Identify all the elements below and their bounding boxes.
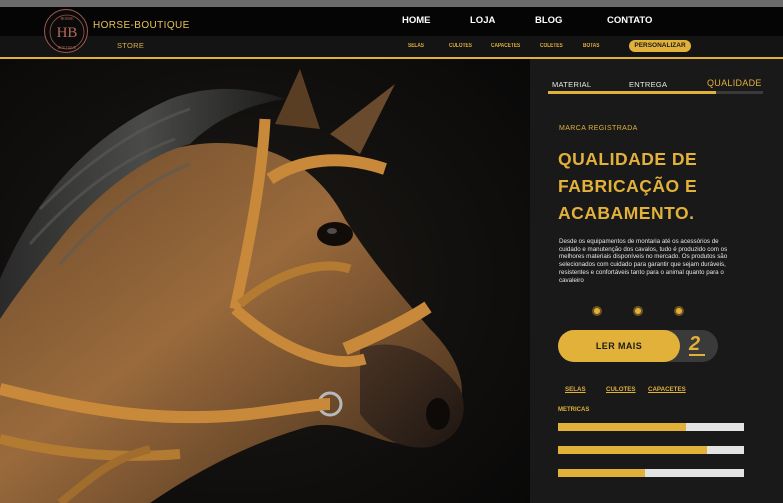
metric-bar-1	[558, 423, 744, 431]
read-more-button[interactable]: LER MAIS	[558, 330, 680, 362]
nav-blog[interactable]: BLOG	[535, 15, 562, 26]
link-selas[interactable]: SELAS	[565, 386, 586, 393]
headline-line-2: FABRICAÇÃO E	[558, 176, 698, 196]
tab-progress-fill	[548, 91, 716, 94]
cta-page-number[interactable]: 2	[689, 333, 700, 356]
subnav-botas[interactable]: BOTAS	[583, 43, 599, 49]
headline: QUALIDADE DE FABRICAÇÃO E ACABAMENTO.	[558, 146, 758, 227]
headline-line-3: ACABAMENTO.	[558, 203, 695, 223]
tab-entrega[interactable]: ENTREGA	[629, 80, 667, 89]
store-label: STORE	[117, 41, 145, 50]
eyebrow-label: MARCA REGISTRADA	[559, 125, 638, 132]
carousel-dot-3[interactable]	[674, 306, 684, 316]
subnav-coletes[interactable]: COLETES	[540, 43, 563, 49]
browser-top-strip	[0, 0, 783, 7]
headline-line-1: QUALIDADE DE	[558, 149, 698, 169]
subnav-selas[interactable]: SELAS	[408, 43, 424, 49]
metric-bar-2-fill	[558, 446, 707, 454]
nav-loja[interactable]: LOJA	[470, 15, 495, 26]
hero-horse-image	[0, 59, 530, 503]
logo-ring-top: HORSE	[60, 16, 74, 21]
cta-number-underline	[689, 354, 705, 356]
link-capacetes[interactable]: CAPACETES	[648, 386, 686, 393]
nav-home[interactable]: HOME	[402, 15, 431, 26]
metric-bar-3	[558, 469, 744, 477]
tab-qualidade[interactable]: QUALIDADE	[707, 78, 762, 88]
brand-logo[interactable]: HB HORSE BOUTIQUE	[44, 9, 88, 53]
brand-name[interactable]: HORSE-BOUTIQUE	[93, 20, 190, 31]
monogram-icon: HB HORSE BOUTIQUE	[49, 14, 85, 50]
metric-bar-3-fill	[558, 469, 646, 477]
subnav-culotes[interactable]: CULOTES	[449, 43, 472, 49]
link-culotes[interactable]: CULOTES	[606, 386, 636, 393]
description-text: Desde os equipamentos de montaria até os…	[559, 238, 728, 284]
metric-bar-2	[558, 446, 744, 454]
nav-contato[interactable]: CONTATO	[607, 15, 652, 26]
subnav-capacetes[interactable]: CAPACETES	[491, 43, 520, 49]
carousel-dot-2[interactable]	[633, 306, 643, 316]
tab-material[interactable]: MATERIAL	[552, 80, 591, 89]
metric-bar-1-fill	[558, 423, 687, 431]
logo-ring-bottom: BOUTIQUE	[58, 46, 77, 50]
metrics-label: METRICAS	[558, 407, 590, 413]
customize-button[interactable]: PERSONALIZAR	[629, 40, 691, 52]
logo-monogram: HB	[57, 25, 78, 41]
carousel-dot-1[interactable]	[592, 306, 602, 316]
